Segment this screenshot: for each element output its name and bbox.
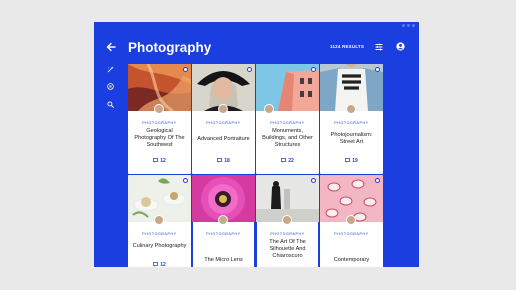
count-value: 12: [160, 262, 166, 267]
card-category: PHOTOGRAPHY: [142, 121, 177, 125]
card-category: PHOTOGRAPHY: [334, 232, 369, 236]
window-dot[interactable]: [412, 24, 415, 27]
card-title: Culinary Photography: [132, 243, 187, 249]
plus-circle-icon[interactable]: [311, 67, 316, 72]
card-title: Geological Photography Of The Southwest: [134, 128, 185, 148]
comment-icon: [217, 158, 223, 163]
magic-wand-icon[interactable]: [107, 66, 114, 73]
count-value: 22: [288, 158, 294, 164]
account-circle-icon[interactable]: [396, 42, 405, 51]
avatar: [282, 215, 292, 225]
comment-icon: [153, 262, 159, 267]
card-category: PHOTOGRAPHY: [142, 232, 177, 236]
comment-icon: [281, 158, 287, 163]
avatar: [346, 215, 356, 225]
card-category: PHOTOGRAPHY: [206, 232, 241, 236]
course-card[interactable]: PHOTOGRAPHY The Art Of The Silhouette An…: [256, 175, 319, 267]
card-title: Photojournalism: Street Art: [330, 132, 373, 145]
card-category: PHOTOGRAPHY: [270, 121, 305, 125]
avatar: [154, 104, 164, 114]
count-value: 12: [160, 158, 166, 164]
avatar: [218, 215, 228, 225]
plus-circle-icon[interactable]: [183, 67, 188, 72]
plus-circle-icon[interactable]: [311, 178, 316, 183]
card-count: 18: [192, 158, 255, 164]
course-card[interactable]: PHOTOGRAPHY Photojournalism: Street Art …: [320, 64, 383, 174]
count-value: 18: [224, 158, 230, 164]
comment-icon: [345, 158, 351, 163]
plus-circle-icon[interactable]: [375, 178, 380, 183]
card-title: The Art Of The Silhouette And Chiaroscur…: [269, 239, 306, 259]
window-dot[interactable]: [407, 24, 410, 27]
count-value: 19: [352, 158, 358, 164]
course-card[interactable]: PHOTOGRAPHY Advanced Portraiture 18: [192, 64, 255, 174]
course-card[interactable]: PHOTOGRAPHY Geological Photography Of Th…: [128, 64, 191, 174]
tune-icon[interactable]: [375, 43, 383, 51]
app-window: Photography 1124 RESULTS PHOTOGRAPHY Geo…: [94, 22, 419, 267]
card-title: Advanced Portraiture: [197, 136, 250, 142]
card-category: PHOTOGRAPHY: [334, 121, 369, 125]
comment-icon: [153, 158, 159, 163]
course-card[interactable]: PHOTOGRAPHY Contemporary: [320, 175, 383, 267]
avatar: [346, 104, 356, 114]
plus-circle-icon[interactable]: [183, 178, 188, 183]
card-title: The Micro Lens: [204, 257, 243, 263]
search-icon[interactable]: [107, 101, 114, 108]
card-count: 19: [320, 158, 383, 164]
arrow-left-icon[interactable]: [106, 42, 116, 52]
card-count: 12: [128, 262, 191, 267]
card-category: PHOTOGRAPHY: [270, 232, 305, 236]
page-title: Photography: [128, 40, 212, 55]
course-card[interactable]: PHOTOGRAPHY Culinary Photography 12: [128, 175, 191, 267]
plus-circle-icon[interactable]: [247, 67, 252, 72]
results-count: 1124 RESULTS: [330, 44, 365, 49]
course-card[interactable]: PHOTOGRAPHY Monuments, Buildings, and Ot…: [256, 64, 319, 174]
coin-icon[interactable]: [107, 83, 114, 90]
avatar: [264, 104, 274, 114]
card-count: 12: [128, 158, 191, 164]
window-controls: [402, 24, 415, 27]
avatar: [154, 215, 164, 225]
course-card[interactable]: PHOTOGRAPHY The Micro Lens: [192, 175, 255, 267]
plus-circle-icon[interactable]: [375, 67, 380, 72]
card-title: Contemporary: [333, 257, 370, 263]
window-dot[interactable]: [402, 24, 405, 27]
card-category: PHOTOGRAPHY: [206, 121, 241, 125]
card-title: Monuments, Buildings, and Other Structur…: [262, 128, 313, 148]
avatar: [218, 104, 228, 114]
card-count: 22: [256, 158, 319, 164]
